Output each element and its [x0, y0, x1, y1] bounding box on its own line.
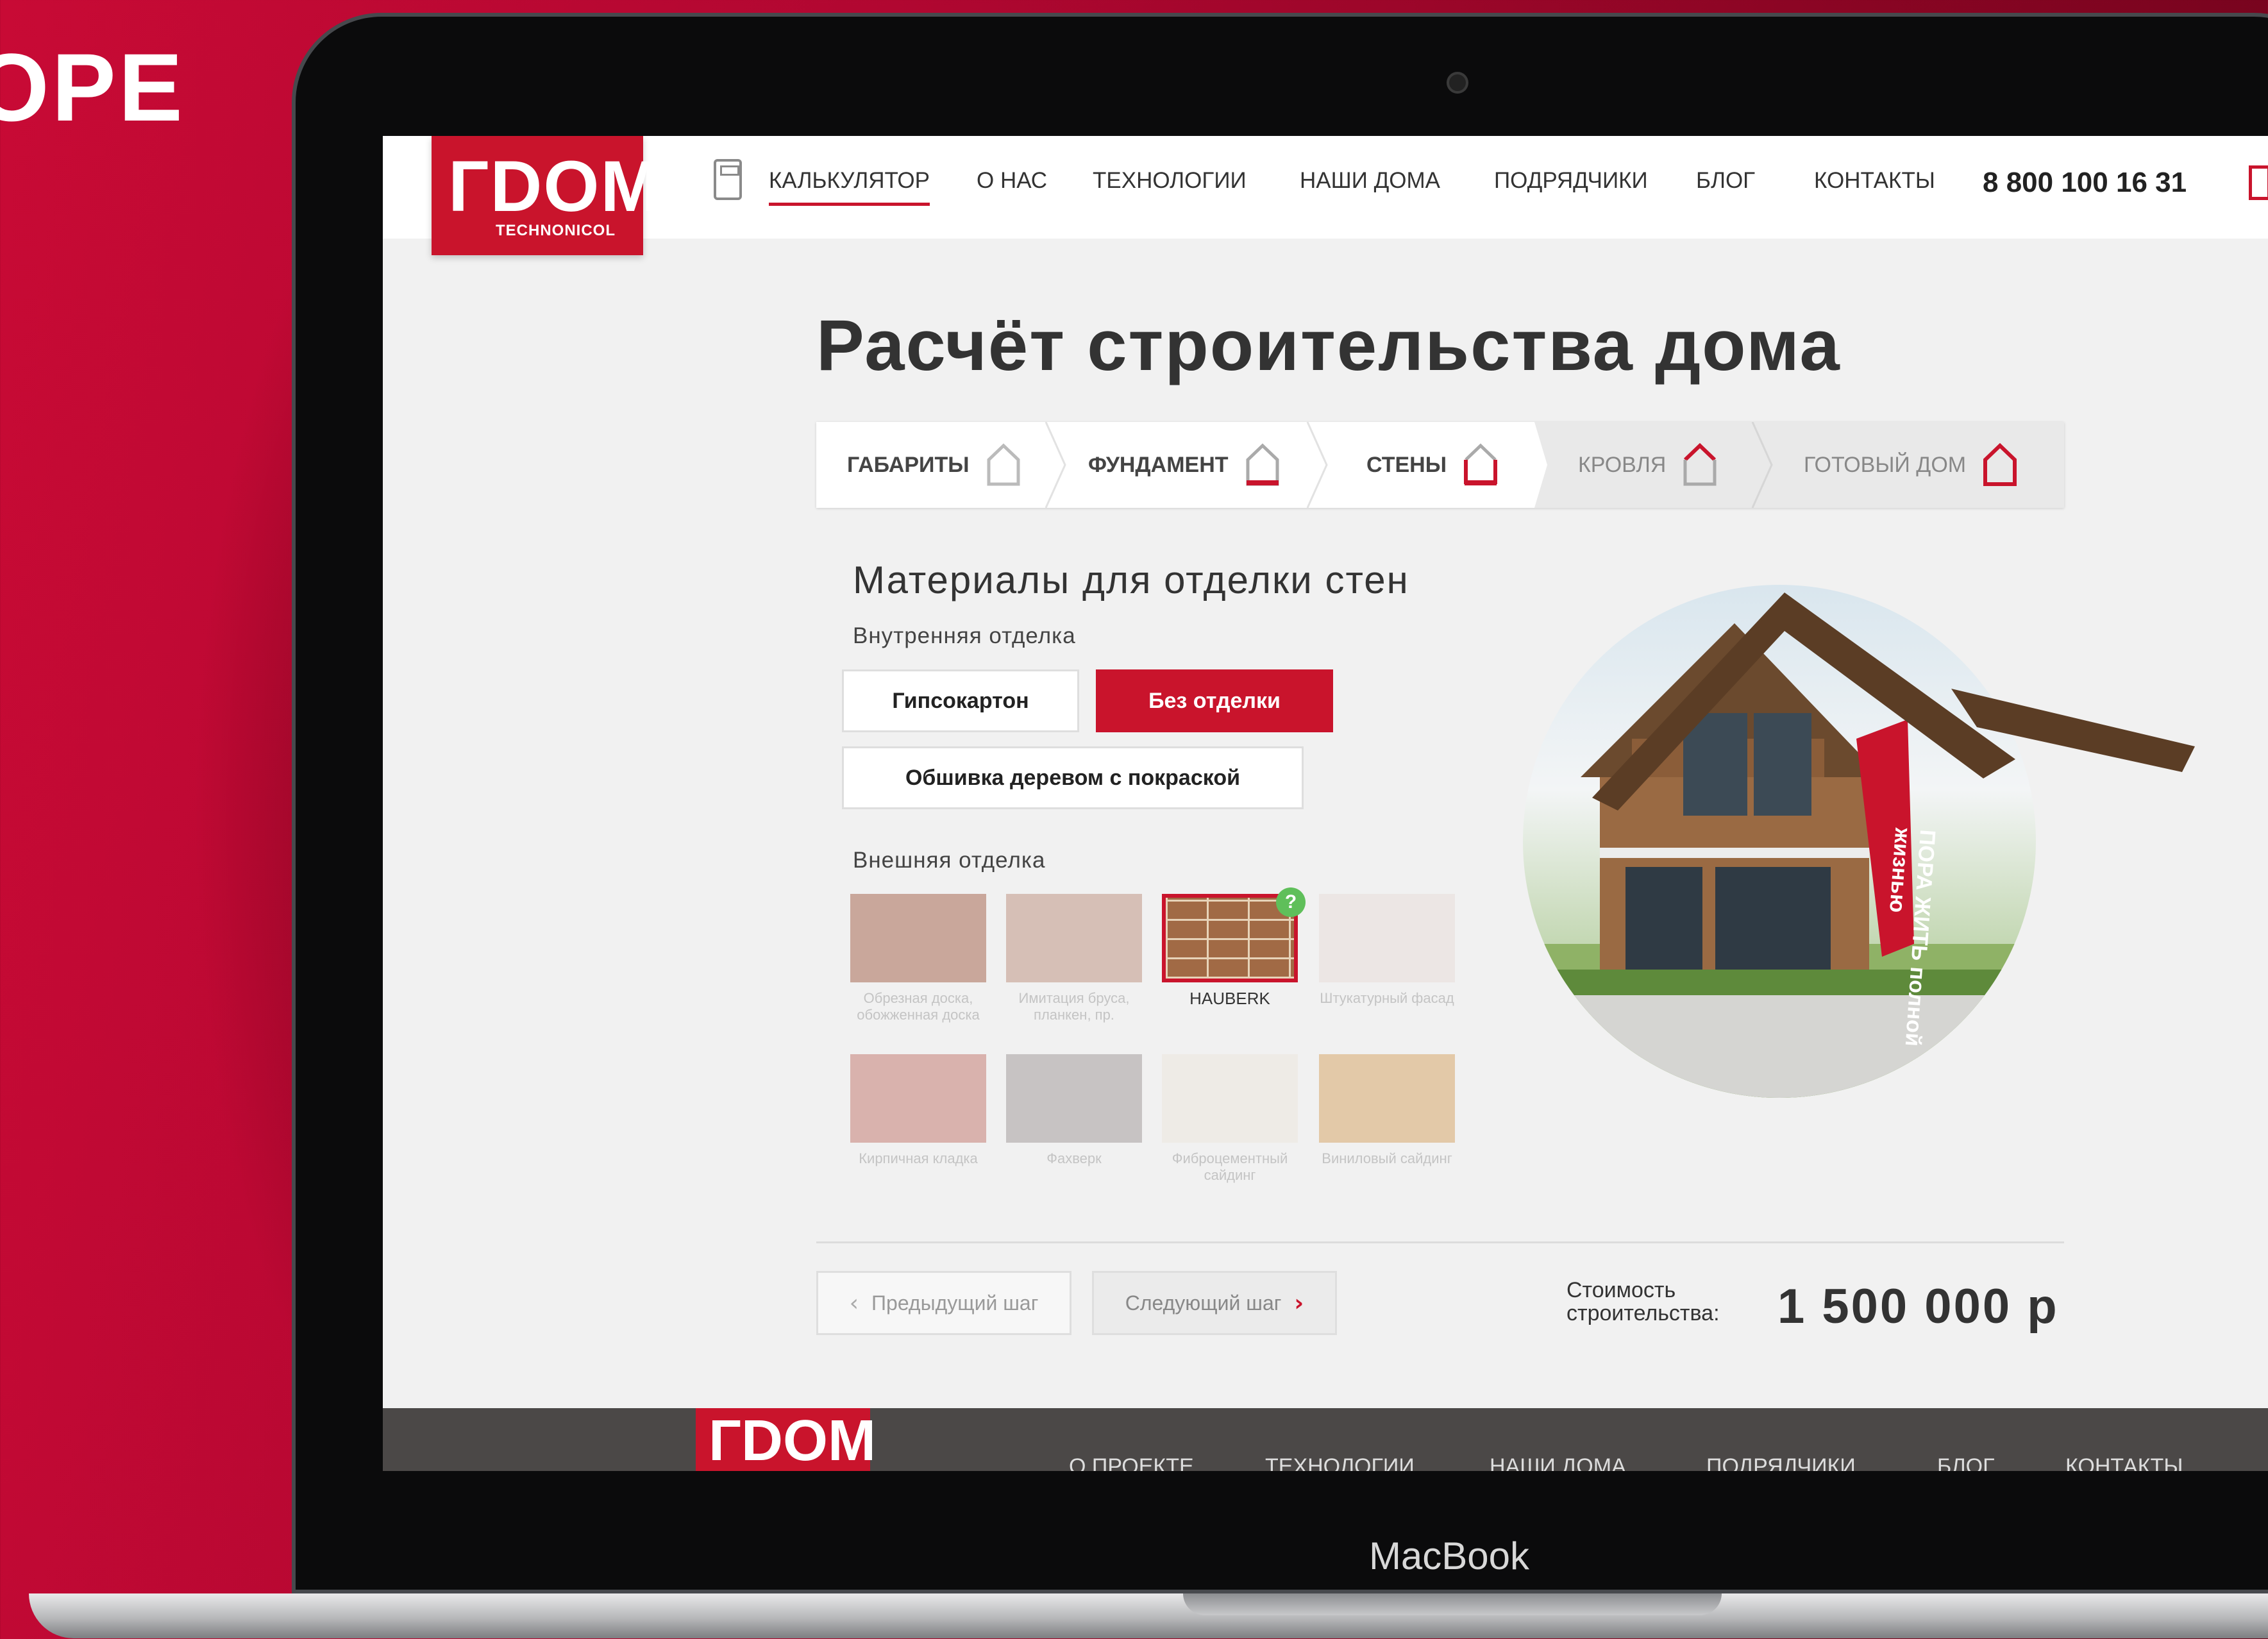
- nav-contractors[interactable]: ПОДРЯДЧИКИ: [1494, 168, 1648, 194]
- next-step-label: Следующий шаг: [1125, 1291, 1282, 1315]
- logo-subtitle: TECHNONICOL: [496, 222, 616, 239]
- option-wood-paint[interactable]: Обшивка деревом с покраской: [842, 746, 1304, 809]
- step-ready-house[interactable]: ГОТОВЫЙ ДОМ: [1804, 422, 2017, 508]
- nav-technologies[interactable]: ТЕХНОЛОГИИ: [1093, 168, 1247, 194]
- finish-tile[interactable]: Кирпичная кладка: [850, 1054, 986, 1167]
- finish-caption: HAUBERK: [1189, 989, 1270, 1008]
- chevron-left-icon: ‹: [849, 1290, 859, 1316]
- nav-contacts[interactable]: КОНТАКТЫ: [1814, 168, 1935, 194]
- step-separator: [1045, 422, 1066, 508]
- house-complete-icon: [1983, 443, 2017, 487]
- finish-caption: Фиброцементный сайдинг: [1172, 1150, 1288, 1183]
- step-dimensions[interactable]: ГАБАРИТЫ: [847, 422, 1021, 508]
- finish-swatch: [1319, 1054, 1455, 1143]
- house-foundation-icon: [1245, 443, 1280, 487]
- step-separator: [1306, 422, 1328, 508]
- step-label: СТЕНЫ: [1366, 452, 1447, 477]
- cost-label: Стоимость строительства:: [1567, 1278, 1720, 1325]
- laptop-notch: [1183, 1593, 1722, 1615]
- finish-caption: Кирпичная кладка: [859, 1150, 978, 1166]
- prev-step-label: Предыдущий шаг: [871, 1291, 1039, 1315]
- device-label: MacBook: [1368, 1534, 1530, 1577]
- finish-caption: Фахверк: [1046, 1150, 1102, 1166]
- finish-swatch: [1162, 1054, 1298, 1143]
- interior-label: Внутренняя отделка: [853, 623, 1076, 648]
- step-walls[interactable]: СТЕНЫ: [1366, 422, 1498, 508]
- finish-swatch: [1319, 894, 1455, 982]
- step-label: ГОТОВЫЙ ДОМ: [1804, 452, 1967, 477]
- finish-swatch: [850, 1054, 986, 1143]
- finish-caption: Имитация бруса, планкен, пр.: [1018, 990, 1130, 1023]
- page-title: Расчёт строительства дома: [816, 305, 1841, 385]
- finish-tile[interactable]: Имитация бруса, планкен, пр.: [1006, 894, 1142, 1023]
- roof-overhang: [1592, 593, 2195, 811]
- step-label: КРОВЛЯ: [1578, 452, 1667, 477]
- finish-tile[interactable]: Виниловый сайдинг: [1319, 1054, 1455, 1167]
- section-title: Материалы для отделки стен: [853, 559, 1409, 601]
- finish-caption: Обрезная доска, обожженная доска: [857, 990, 980, 1023]
- nav-about[interactable]: О НАС: [977, 168, 1047, 194]
- finish-caption: Штукатурный фасад: [1320, 990, 1454, 1006]
- site-footer: ГDOM О ПРОЕКТЕ ТЕХНОЛОГИИ НАШИ ДОМА ПОДР…: [383, 1408, 2268, 1471]
- footer-nav-about[interactable]: О ПРОЕКТЕ: [1069, 1454, 1194, 1471]
- house-outline-icon: [986, 443, 1021, 487]
- finish-swatch: [850, 894, 986, 982]
- footer-logo[interactable]: ГDOM: [696, 1408, 876, 1471]
- nav-blog[interactable]: БЛОГ: [1696, 168, 1755, 194]
- finish-tile[interactable]: Фахверк: [1006, 1054, 1142, 1167]
- calculator-icon: [714, 159, 742, 200]
- finish-caption: Виниловый сайдинг: [1322, 1150, 1452, 1166]
- option-no-finish[interactable]: Без отделки: [1096, 669, 1333, 732]
- step-roof[interactable]: КРОВЛЯ: [1578, 422, 1717, 508]
- phone-number[interactable]: 8 800 100 16 31: [1983, 167, 2187, 199]
- laptop-base: [29, 1593, 2268, 1638]
- site-logo[interactable]: ГDOM TECHNONICOL: [432, 136, 660, 255]
- nav-our-houses[interactable]: НАШИ ДОМА: [1300, 168, 1440, 194]
- cost-value: 1 500 000 р: [1777, 1279, 2059, 1334]
- house-walls-icon: [1463, 443, 1498, 487]
- camera-icon: [1447, 72, 1468, 94]
- step-separator: [1751, 422, 1773, 508]
- nav-calculator[interactable]: КАЛЬКУЛЯТОР: [769, 168, 930, 206]
- footer-nav-houses[interactable]: НАШИ ДОМА: [1490, 1454, 1626, 1471]
- step-foundation[interactable]: ФУНДАМЕНТ: [1088, 422, 1280, 508]
- next-step-button[interactable]: Следующий шаг ›: [1092, 1271, 1337, 1335]
- finish-tile[interactable]: Обрезная доска, обожженная доска: [850, 894, 986, 1023]
- step-separator: [1525, 422, 1547, 508]
- step-progress: ГАБАРИТЫ ФУНДАМЕНТ СТЕНЫ КРОВЛЯ ГОТОВЫЙ …: [816, 422, 2064, 508]
- screen: ГDOM TECHNONICOL КАЛЬКУЛЯТОР О НАС ТЕХНО…: [383, 136, 2268, 1471]
- background-word: ОРЕ: [0, 33, 185, 141]
- step-label: ФУНДАМЕНТ: [1088, 452, 1229, 477]
- logo-mark: ГDOM: [448, 146, 662, 226]
- step-label: ГАБАРИТЫ: [847, 452, 970, 477]
- finish-tile[interactable]: Штукатурный фасад: [1319, 894, 1455, 1007]
- prev-step-button[interactable]: ‹ Предыдущий шаг: [816, 1271, 1071, 1335]
- help-icon[interactable]: ?: [1276, 887, 1306, 917]
- footer-nav-technologies[interactable]: ТЕХНОЛОГИИ: [1265, 1454, 1415, 1471]
- cabinet-icon[interactable]: [2249, 165, 2268, 200]
- finish-swatch: [1006, 894, 1142, 982]
- footer-nav-blog[interactable]: БЛОГ: [1937, 1454, 1994, 1471]
- divider: [816, 1241, 2064, 1243]
- option-drywall[interactable]: Гипсокартон: [842, 669, 1079, 732]
- chevron-right-icon: ›: [1294, 1290, 1304, 1316]
- finish-tile[interactable]: Фиброцементный сайдинг: [1162, 1054, 1298, 1184]
- finish-swatch: [1006, 1054, 1142, 1143]
- footer-nav-contractors[interactable]: ПОДРЯДЧИКИ: [1706, 1454, 1856, 1471]
- exterior-label: Внешняя отделка: [853, 848, 1046, 873]
- finish-tile[interactable]: ? HAUBERK: [1162, 887, 1306, 1008]
- footer-nav-contacts[interactable]: КОНТАКТЫ: [2065, 1454, 2183, 1471]
- house-roof-icon: [1683, 443, 1717, 487]
